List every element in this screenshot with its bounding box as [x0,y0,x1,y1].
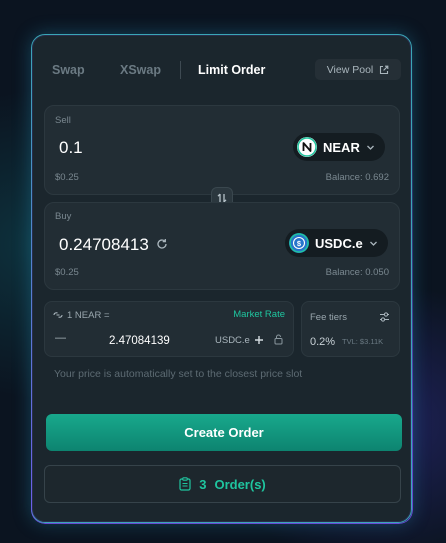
view-pool-label: View Pool [326,63,374,76]
tab-divider [180,61,181,79]
usdc-logo-icon: $ [289,233,309,253]
orders-count: 3 [199,476,207,492]
limit-order-card: Swap XSwap Limit Order View Pool Sell 0.… [31,34,412,523]
sell-balance: Balance: 0.692 [325,172,389,183]
sell-label: Sell [55,115,71,126]
price-slot-hint: Your price is automatically set to the c… [54,368,303,380]
plus-icon[interactable] [254,335,264,345]
chevron-down-icon [369,241,377,246]
link-icon [53,312,63,318]
tab-xswap[interactable]: XSwap [120,63,161,77]
buy-amount-input[interactable]: 0.24708413 [59,235,149,255]
sliders-icon[interactable] [379,312,390,322]
fee-tiers-label: Fee tiers [310,312,347,323]
tab-limit-order[interactable]: Limit Order [198,63,265,77]
orders-button[interactable]: 3 Order(s) [44,465,401,503]
fee-tiers-box[interactable]: Fee tiers 0.2% TVL: $3.11K [301,301,400,357]
sell-token-symbol: NEAR [323,139,360,155]
quote-token-label: USDC.e [215,335,250,346]
fee-tvl: TVL: $3.11K [342,337,384,346]
limit-price-input[interactable]: 2.47084139 [109,335,170,347]
market-rate-button[interactable]: Market Rate [233,309,285,320]
buy-token-symbol: USDC.e [315,235,363,251]
buy-usd-value: $0.25 [55,267,79,278]
view-pool-button[interactable]: View Pool [315,59,401,80]
lock-icon[interactable] [274,334,283,345]
refresh-icon[interactable] [156,238,168,250]
buy-label: Buy [55,211,72,222]
limit-price-box: 1 NEAR = Market Rate — 2.47084139 USDC.e [44,301,294,357]
rate-base-label: 1 NEAR = [67,310,110,321]
create-order-button[interactable]: Create Order [46,414,402,451]
clipboard-icon [179,477,191,491]
fee-tier-value: 0.2% [310,336,336,348]
buy-token-selector[interactable]: $ USDC.e [285,229,388,257]
buy-balance: Balance: 0.050 [325,267,389,278]
sell-panel: Sell 0.1 NEAR $0.25 Balance: 0.692 [44,105,400,195]
orders-label: Order(s) [214,476,266,492]
sell-usd-value: $0.25 [55,172,79,183]
external-link-icon [380,65,389,74]
sell-token-selector[interactable]: NEAR [293,133,385,161]
decrease-price-button[interactable]: — [55,332,66,344]
tab-swap[interactable]: Swap [52,63,85,77]
chevron-down-icon [366,145,374,150]
buy-panel: Buy 0.24708413 $ USDC.e $0.25 Balance: 0… [44,202,400,290]
near-logo-icon [297,137,317,157]
sell-amount-input[interactable]: 0.1 [59,138,83,158]
